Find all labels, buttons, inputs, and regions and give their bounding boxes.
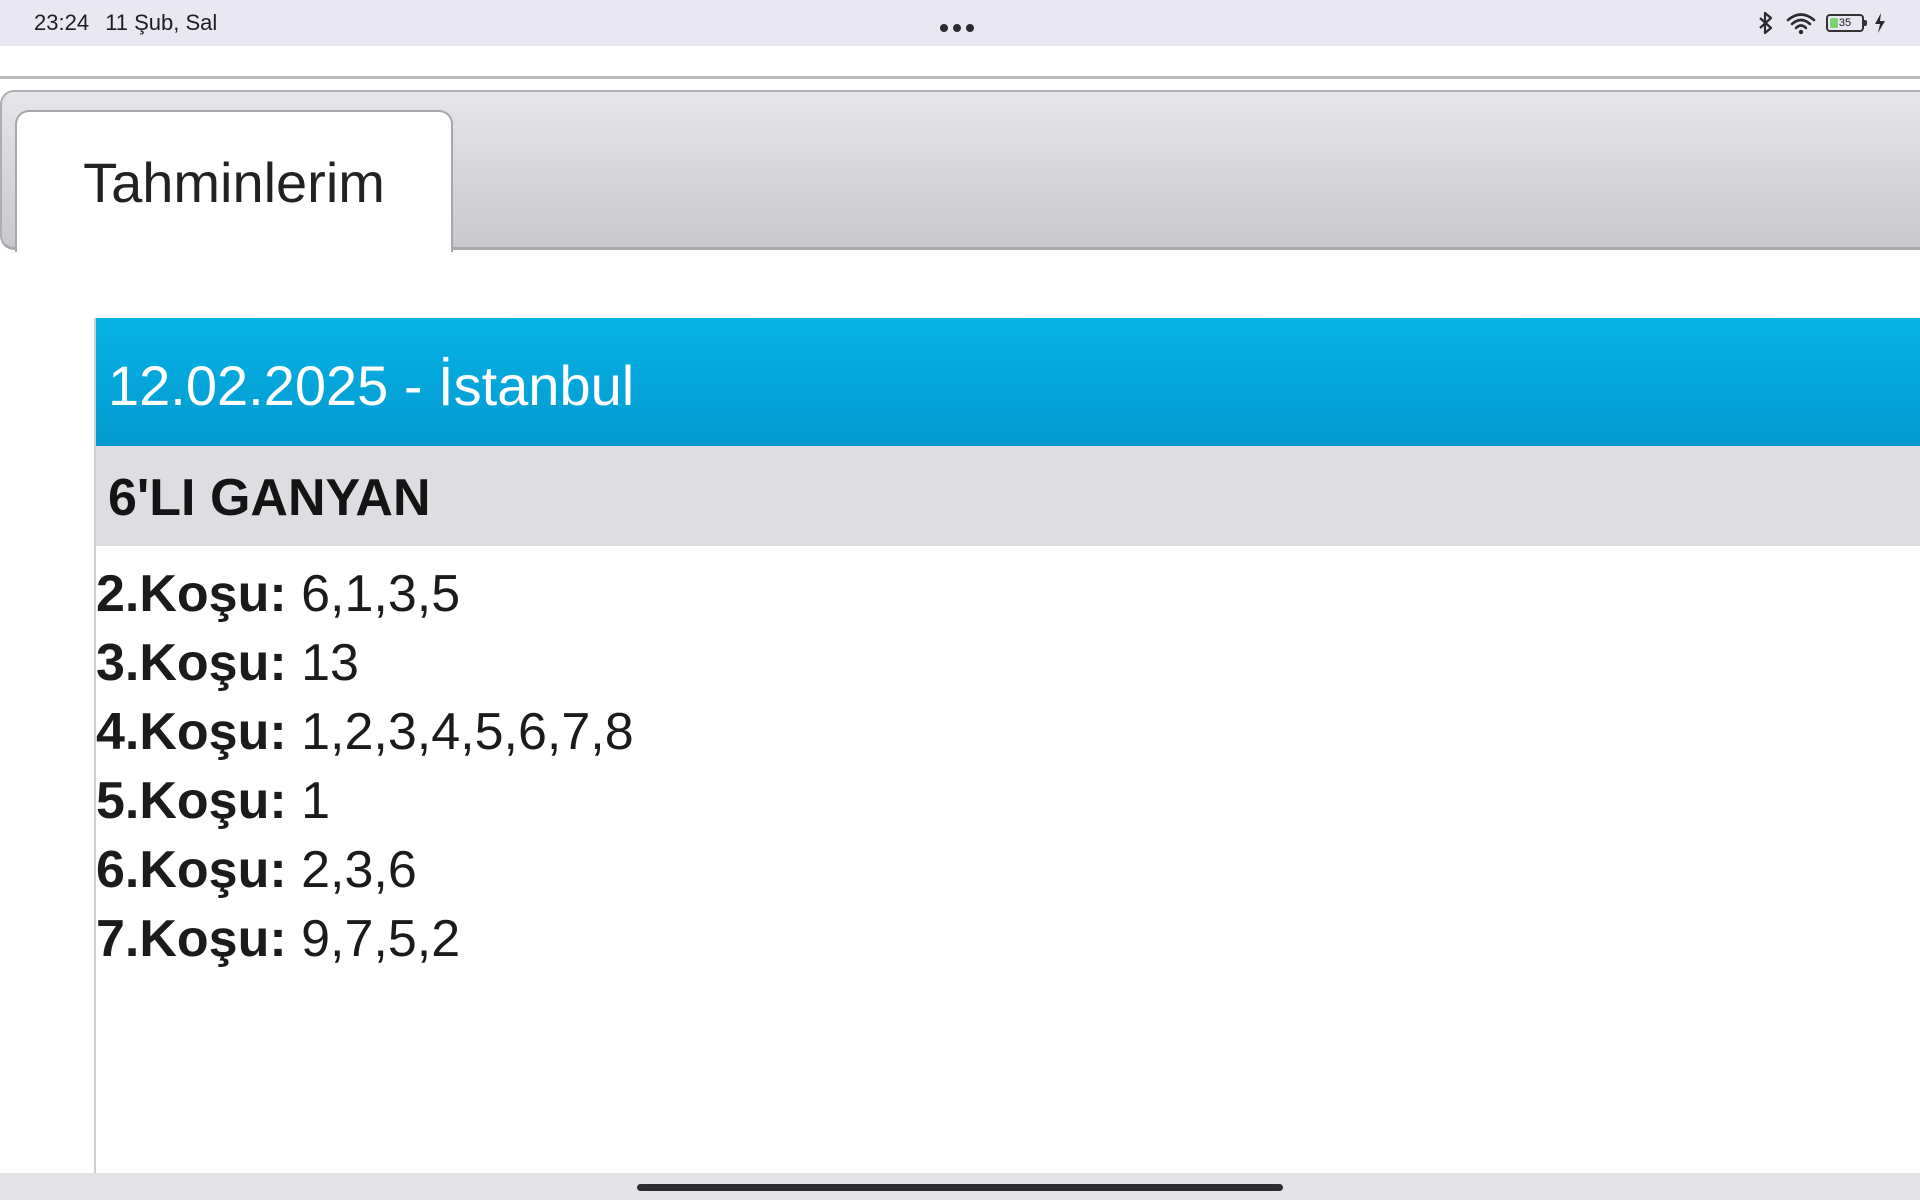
- race-label: 7.Koşu:: [96, 910, 287, 968]
- race-picks: 1,2,3,4,5,6,7,8: [301, 703, 634, 761]
- status-date: 11 Şub, Sal: [105, 10, 218, 35]
- home-indicator[interactable]: [637, 1184, 1283, 1191]
- charging-icon: [1875, 13, 1885, 33]
- race-label: 5.Koşu:: [96, 772, 287, 830]
- race-label: 6.Koşu:: [96, 841, 287, 899]
- wifi-icon: [1786, 13, 1816, 35]
- race-label: 4.Koşu:: [96, 703, 287, 761]
- status-bar: 23:24 11 Şub, Sal 35: [0, 0, 1920, 46]
- tab-tahminlerim[interactable]: Tahminlerim: [15, 110, 453, 252]
- race-label: 3.Koşu:: [96, 634, 287, 692]
- navigation-bar: [0, 1173, 1920, 1200]
- toolbar-divider: [0, 76, 1920, 79]
- bluetooth-icon: [1759, 11, 1773, 35]
- battery-level: 35: [1838, 17, 1852, 29]
- race-picks: 6,1,3,5: [301, 565, 461, 623]
- race-picks: 9,7,5,2: [301, 910, 461, 968]
- battery-icon: 35: [1826, 14, 1867, 32]
- status-clock: 23:24 11 Şub, Sal: [34, 10, 227, 36]
- status-time: 23:24: [34, 10, 90, 35]
- race-label: 2.Koşu:: [96, 565, 287, 623]
- race-row: 4.Koşu: 1,2,3,4,5,6,7,8: [96, 698, 1920, 767]
- prediction-header: 12.02.2025 - İstanbul: [96, 318, 1920, 446]
- race-row: 5.Koşu: 1: [96, 767, 1920, 836]
- race-row: 6.Koşu: 2,3,6: [96, 836, 1920, 905]
- tab-label: Tahminlerim: [83, 151, 385, 214]
- race-picks: 2,3,6: [301, 841, 417, 899]
- race-picks: 1: [301, 772, 331, 830]
- race-list: 2.Koşu: 6,1,3,5 3.Koşu: 13 4.Koşu: 1,2,3…: [96, 546, 1920, 974]
- prediction-card: 12.02.2025 - İstanbul 6'LI GANYAN 2.Koşu…: [94, 318, 1920, 1173]
- more-dots-icon[interactable]: [940, 17, 980, 32]
- status-icons: 35: [1756, 8, 1886, 38]
- race-row: 3.Koşu: 13: [96, 629, 1920, 698]
- race-row: 7.Koşu: 9,7,5,2: [96, 905, 1920, 974]
- bet-type-title: 6'LI GANYAN: [96, 446, 1920, 546]
- race-picks: 13: [301, 634, 359, 692]
- race-row: 2.Koşu: 6,1,3,5: [96, 560, 1920, 629]
